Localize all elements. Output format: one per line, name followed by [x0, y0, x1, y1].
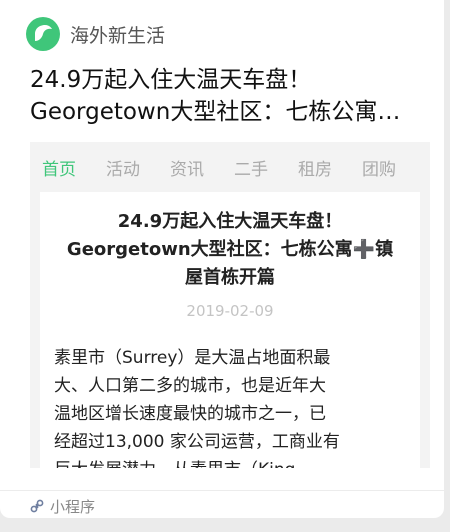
- article-title-line: 屋首栋开篇: [185, 267, 275, 288]
- article-date: 2019-02-09: [186, 302, 274, 320]
- tab-rent: 租房: [298, 159, 332, 180]
- article-title: 24.9万起入住大温天车盘！ Georgetown大型社区：七栋公寓➕镇 屋首栋…: [40, 208, 420, 292]
- mini-program-icon: [30, 499, 44, 513]
- article-title-line: Georgetown大型社区：七栋公寓➕镇: [66, 239, 394, 260]
- article-body-line: 大、人口第二多的城市，也是近年大: [54, 376, 326, 396]
- tab-home: 首页: [42, 159, 76, 180]
- article-body-line: 经超过13,000 家公司运营，工商业有: [54, 432, 340, 452]
- card-title-line: Georgetown大型社区：七栋公寓…: [30, 99, 401, 125]
- article-title-line: 24.9万起入住大温天车盘！: [117, 211, 343, 232]
- mini-program-footer: 小程序: [0, 490, 444, 518]
- card-title[interactable]: 24.9万起入住大温天车盘！ Georgetown大型社区：七栋公寓…: [30, 64, 430, 128]
- preview-tab-bar: 首页 活动 资讯 二手 租房 团购: [30, 142, 430, 192]
- share-card[interactable]: 海外新生活 24.9万起入住大温天车盘！ Georgetown大型社区：七栋公寓…: [0, 0, 444, 518]
- card-header: 海外新生活: [26, 14, 165, 54]
- tab-group-buy: 团购: [362, 159, 396, 180]
- article-preview: 24.9万起入住大温天车盘！ Georgetown大型社区：七栋公寓➕镇 屋首栋…: [40, 192, 420, 468]
- article-body: 素里市（Surrey）是大温占地面积最 大、人口第二多的城市，也是近年大 温地区…: [54, 344, 414, 468]
- article-body-line: 巨大发展潜力，从素里市（King: [54, 456, 414, 468]
- article-body-line: 温地区增长速度最快的城市之一，已: [54, 404, 326, 424]
- tab-activities: 活动: [106, 159, 140, 180]
- leaf-icon: [26, 17, 60, 51]
- card-title-line: 24.9万起入住大温天车盘！: [30, 67, 312, 93]
- tab-second-hand: 二手: [234, 159, 268, 180]
- article-body-line: 素里市（Surrey）是大温占地面积最: [54, 348, 331, 368]
- mini-program-label: 小程序: [50, 498, 96, 516]
- preview-thumbnail[interactable]: 首页 活动 资讯 二手 租房 团购 24.9万起入住大温天车盘！ Georget…: [30, 142, 430, 468]
- tab-news: 资讯: [170, 159, 204, 180]
- brand-name: 海外新生活: [70, 24, 166, 47]
